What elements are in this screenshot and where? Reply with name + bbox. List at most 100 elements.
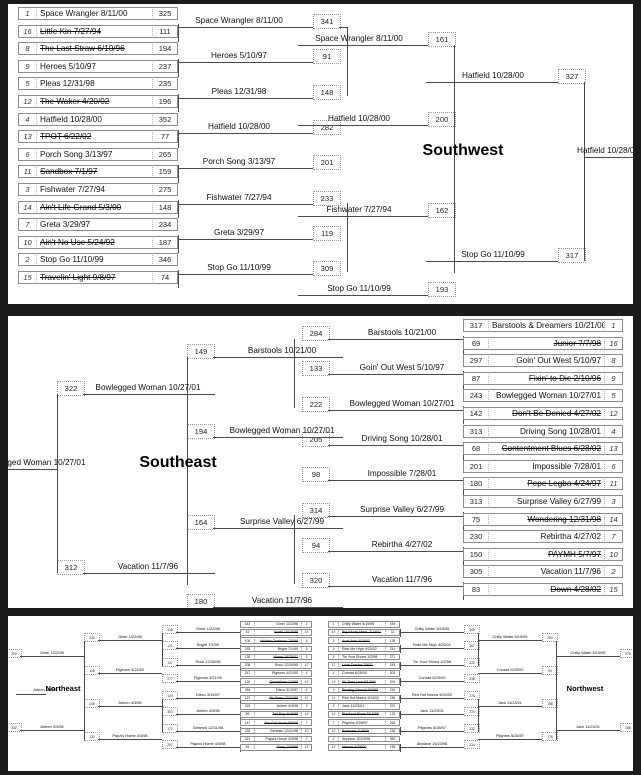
advancing-entry-name[interactable]: Chilly Water 5/19/95: [402, 626, 462, 631]
advancing-entry-name[interactable]: Rebirtha 4/27/02: [343, 540, 461, 549]
seed-row[interactable]: 3 Jack 11/23/01 370: [328, 703, 400, 710]
seed-row[interactable]: 6 Proving Ground 5/6/95 216: [328, 686, 400, 694]
advancing-entry-name[interactable]: Diner 1/22/98: [22, 650, 82, 655]
seed-row[interactable]: 323 Arleen 4/3/98 3: [240, 703, 312, 710]
seed-row[interactable]: 87 Fixin' to Die 2/10/96 9: [463, 371, 623, 385]
advancing-entry-name[interactable]: Jack 11/23/01: [480, 700, 540, 705]
advancing-entry-name[interactable]: Surprise Valley 6/27/99: [343, 505, 461, 514]
advancing-entry-name[interactable]: Hatfield 10/28/00: [300, 114, 418, 123]
seed-row[interactable]: 7 Greta 3/29/97 234: [18, 218, 178, 232]
seed-row[interactable]: 180 Pepe Legba 4/24/97 11: [463, 477, 623, 491]
advancing-entry-name[interactable]: Bowlegged Woman 10/27/01: [83, 383, 213, 392]
advancing-entry-name[interactable]: Bowlegged Woman 10/27/01: [343, 399, 461, 408]
advancing-entry-name[interactable]: Red Hot Mama 4/24/02: [402, 692, 462, 697]
seed-row[interactable]: 5 Pleas 12/31/98 235: [18, 77, 178, 91]
seed-row[interactable]: 14 Ain't Life Grand 5/3/00 148: [18, 200, 178, 214]
advancing-entry-name[interactable]: Chilly Water 5/19/95: [480, 634, 540, 639]
seed-row[interactable]: 313 Driving Song 10/28/01 4: [463, 424, 623, 438]
advancing-entry-name[interactable]: Pigeons 4/21/00: [100, 667, 160, 672]
seed-row[interactable]: 100 Holden Oversoul 7/9/99 8: [240, 637, 312, 644]
seed-row[interactable]: 2 Airplane 10/23/98 360: [328, 735, 400, 743]
seed-row[interactable]: 8 Aunt Avis 4/24/02 139: [328, 637, 400, 644]
advancing-entry-name[interactable]: Pigeons 4/21/00: [178, 675, 238, 680]
seed-row[interactable]: 233 Genesis 12/31/98 10: [240, 727, 312, 735]
seed-row[interactable]: 5 Tie Your Shoes 1/2/98 271: [328, 653, 400, 661]
seed-row[interactable]: 84 Glory 1/20/98 15: [240, 744, 312, 751]
seed-row[interactable]: 317 Barstools & Dreamers 10/21/00 1: [463, 319, 623, 332]
seed-row[interactable]: 3 Fishwater 7/27/94 275: [18, 183, 178, 196]
advancing-entry-name[interactable]: Fishwater 7/27/94: [180, 193, 298, 202]
seed-row[interactable]: 13 All-Time Low 9/12/00 204: [328, 678, 400, 685]
advancing-entry-name[interactable]: Stop Go 11/10/99: [300, 284, 418, 293]
seed-row[interactable]: 305 Vacation 11/7/96 2: [463, 565, 623, 579]
seed-row[interactable]: 12 The Waker 4/20/02 196: [18, 95, 178, 108]
advancing-entry-name[interactable]: Stop Go 11/10/99: [180, 263, 298, 272]
advancing-entry-name[interactable]: Airplane 10/23/98: [402, 741, 462, 746]
seed-row[interactable]: 75 Wondering 12/31/98 14: [463, 512, 623, 526]
seed-row[interactable]: 15 Travelin' Light 9/8/97 74: [18, 271, 178, 284]
advancing-entry-name[interactable]: Arleen 4/3/98: [178, 708, 238, 713]
advancing-entry-name[interactable]: Fishwater 7/27/94: [300, 205, 418, 214]
seed-row[interactable]: 208 Rock 12/30/95 12: [240, 662, 312, 669]
seed-row[interactable]: 85 Tall Boy 4/18/98 14: [240, 711, 312, 718]
advancing-entry-name[interactable]: Tie Your Shoes 1/2/98: [402, 659, 462, 664]
seed-row[interactable]: 14 Blackout Blues 5/19/98 133: [328, 711, 400, 718]
advancing-entry-name[interactable]: Vacation 11/7/96: [343, 575, 461, 584]
advancing-entry-name[interactable]: Conrad 6/25/00: [402, 675, 462, 680]
advancing-entry-name[interactable]: Porch Song 3/13/97: [180, 157, 298, 166]
advancing-entry-name[interactable]: Diner 1/22/98: [178, 626, 238, 631]
advancing-entry-name[interactable]: Heroes 5/10/97: [180, 51, 298, 60]
seed-row[interactable]: 9 Heroes 5/10/97 237: [18, 59, 178, 73]
advancing-entry-name[interactable]: Impossible 7/28/01: [343, 469, 461, 478]
advancing-entry-name[interactable]: Pilgrims 5/28/97: [402, 725, 462, 730]
seed-row[interactable]: 69 Junior 7/7/98 16: [463, 336, 623, 350]
advancing-entry-name[interactable]: Bowlegged Woman 10/27/01: [8, 458, 88, 468]
advancing-entry-name[interactable]: Arleen 4/3/98: [100, 700, 160, 705]
seed-row[interactable]: 4 Hatfield 10/28/00 352: [18, 112, 178, 126]
seed-row[interactable]: 230 Rebirtha 4/27/02 7: [463, 530, 623, 544]
seed-row[interactable]: 7 Pilgrims 5/28/97 263: [328, 719, 400, 726]
seed-row[interactable]: 147 You Got Yours 6/9/00 7: [240, 719, 312, 726]
advancing-entry-name[interactable]: Disco 3/13/97: [178, 692, 238, 697]
advancing-entry-name[interactable]: Bright 7/1/99: [178, 642, 238, 647]
seed-row[interactable]: 321 Papa's Home 4/3/98 2: [240, 735, 312, 743]
seed-row[interactable]: 343 Diner 1/22/98 1: [240, 621, 312, 628]
seed-row[interactable]: 130 Worry 10/28/01 5: [240, 653, 312, 661]
advancing-entry-name[interactable]: Greta 3/29/97: [180, 228, 298, 237]
advancing-entry-name[interactable]: Pilgrims 5/28/97: [480, 733, 540, 738]
seed-row[interactable]: 297 Goin' Out West 5/10/97 8: [463, 354, 623, 368]
advancing-entry-name[interactable]: Barstools 10/21/00: [343, 328, 461, 337]
advancing-entry-name[interactable]: Surprise Valley 6/27/99: [223, 517, 341, 526]
advancing-entry-name[interactable]: Chilly Water 5/19/95: [558, 650, 618, 655]
advancing-entry-name[interactable]: Papa's Home 4/3/98: [100, 733, 160, 738]
seed-row[interactable]: 16 Big Wooly Mam. 7/14/01 32: [328, 629, 400, 636]
seed-row[interactable]: 142 Don't Be Denied 4/27/02 12: [463, 407, 623, 420]
seed-row[interactable]: 10 Postcard 11/8/00 230: [328, 727, 400, 735]
advancing-entry-name[interactable]: Conrad 6/25/00: [480, 667, 540, 672]
seed-row[interactable]: 243 Bowlegged Woman 10/27/01 5: [463, 389, 623, 403]
advancing-entry-name[interactable]: Hatfield 10/28/00: [180, 122, 298, 131]
seed-row[interactable]: 10 Ain't No Use 5/24/92 187: [18, 235, 178, 249]
seed-row[interactable]: 233 Bright 7/1/99 9: [240, 645, 312, 653]
seed-row[interactable]: 11 Sandbox 7/1/97 159: [18, 165, 178, 179]
advancing-entry-name[interactable]: Vacation 11/7/96: [83, 562, 213, 571]
seed-row[interactable]: 9 Ride Me High 4/20/02 241: [328, 645, 400, 653]
seed-row[interactable]: 11 Red Hot Mama 4/24/02 245: [328, 694, 400, 702]
seed-row[interactable]: 41 North 10/19/95 16: [240, 629, 312, 636]
seed-row[interactable]: 150 PAYMH 5/7/97 10: [463, 547, 623, 561]
seed-row[interactable]: 4 Conrad 6/25/00 303: [328, 670, 400, 677]
advancing-entry-name[interactable]: Goin' Out West 5/10/97: [343, 363, 461, 372]
seed-row[interactable]: 83 Down 4/28/02 15: [463, 583, 623, 596]
advancing-entry-name[interactable]: Pleas 12/31/98: [180, 87, 298, 96]
seed-row[interactable]: 8 The Last Straw 6/10/96 194: [18, 42, 178, 56]
advancing-entry-name[interactable]: Ride Me High 4/20/02: [402, 642, 462, 647]
advancing-entry-name[interactable]: Arleen 4/3/98: [22, 724, 82, 729]
advancing-entry-name[interactable]: Diner 1/22/98: [100, 634, 160, 639]
advancing-entry-name[interactable]: Vacation 11/7/96: [223, 596, 341, 605]
advancing-entry-name[interactable]: Genesis 12/31/98: [178, 725, 238, 730]
seed-row[interactable]: 121 Mr. Baer 12/31/98 11: [240, 694, 312, 702]
advancing-entry-name[interactable]: Rock 12/30/95: [178, 659, 238, 664]
seed-row[interactable]: 2 Stop Go 11/10/99 346: [18, 253, 178, 267]
advancing-entry-name[interactable]: Driving Song 10/28/01: [343, 434, 461, 443]
advancing-entry-name[interactable]: Papa's Home 4/3/98: [178, 741, 238, 746]
